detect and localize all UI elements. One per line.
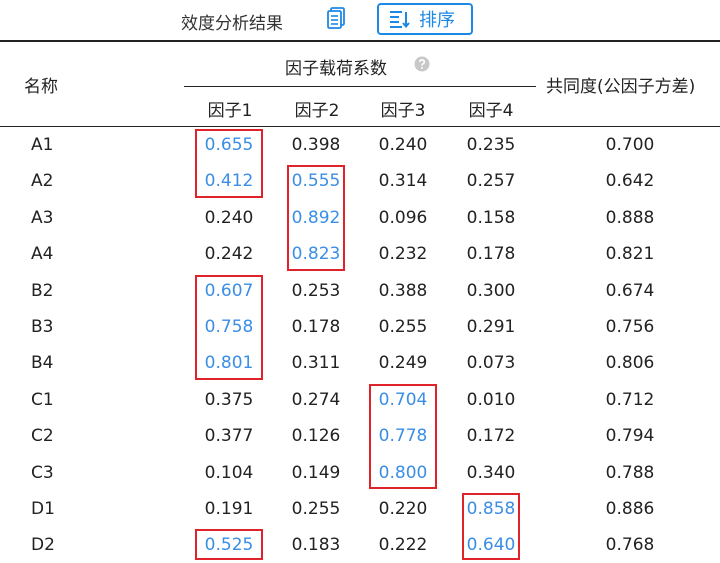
communality-value: 0.712 <box>605 389 655 410</box>
factor4-loading: 0.235 <box>466 135 516 155</box>
factor2-loading: 0.398 <box>291 135 341 155</box>
communality-value: 0.888 <box>605 207 655 228</box>
highlight-box <box>287 165 345 271</box>
factor3-loading: 0.388 <box>378 280 428 301</box>
factor4-loading: 0.257 <box>466 171 516 192</box>
table-row: C2 0.377 0.126 0.778 0.172 0.794 <box>0 418 720 454</box>
communality-value: 0.756 <box>605 317 655 337</box>
table-row: C3 0.104 0.149 0.800 0.340 0.788 <box>0 455 720 491</box>
factor1-loading: 0.104 <box>204 462 254 483</box>
factor4-loading: 0.172 <box>466 426 516 447</box>
factor1-loading: 0.242 <box>204 244 254 265</box>
communality-value: 0.700 <box>605 135 655 155</box>
copy-icon[interactable] <box>326 6 348 30</box>
factor3-loading: 0.232 <box>378 244 428 265</box>
communality-value: 0.768 <box>605 535 655 556</box>
row-name: B2 <box>31 280 54 301</box>
factor2-loading: 0.253 <box>291 280 341 301</box>
row-name: A2 <box>31 171 54 192</box>
factor3-loading: 0.220 <box>378 499 428 519</box>
sort-button-label: 排序 <box>419 10 455 31</box>
highlight-box <box>195 529 263 560</box>
factor1-header: 因子1 <box>207 101 253 121</box>
table-row: B2 0.607 0.253 0.388 0.300 0.674 <box>0 273 720 309</box>
factor2-header: 因子2 <box>294 101 340 121</box>
row-name: B3 <box>31 317 54 337</box>
table-row: A1 0.655 0.398 0.240 0.235 0.700 <box>0 127 720 163</box>
factor3-loading: 0.240 <box>378 135 428 155</box>
factor1-loading: 0.240 <box>204 207 254 228</box>
highlight-box <box>369 383 437 489</box>
communality-value: 0.642 <box>605 171 655 192</box>
factor4-header: 因子4 <box>468 101 514 121</box>
factor2-loading: 0.274 <box>291 389 341 410</box>
factor2-loading: 0.255 <box>291 499 341 519</box>
communality-value: 0.806 <box>605 353 655 374</box>
row-name: A4 <box>31 244 54 265</box>
table-row: A3 0.240 0.892 0.096 0.158 0.888 <box>0 200 720 236</box>
communality-column-header: 共同度(公因子方差) <box>546 77 696 97</box>
factor3-loading: 0.249 <box>378 353 428 374</box>
toolbar: 效度分析结果 排序 <box>0 0 720 40</box>
table-row: D2 0.525 0.183 0.222 0.640 0.768 <box>0 527 720 563</box>
row-name: B4 <box>31 353 54 374</box>
communality-value: 0.788 <box>605 462 655 483</box>
factor2-loading: 0.183 <box>291 535 341 556</box>
communality-value: 0.886 <box>605 499 655 519</box>
table-row: A4 0.242 0.823 0.232 0.178 0.821 <box>0 236 720 272</box>
factor3-header: 因子3 <box>380 101 426 121</box>
communality-value: 0.674 <box>605 280 655 301</box>
row-name: D2 <box>31 535 55 556</box>
row-name: D1 <box>31 499 55 519</box>
name-column-header: 名称 <box>24 77 58 97</box>
factor4-loading: 0.010 <box>466 389 516 410</box>
factor3-loading: 0.222 <box>378 535 428 556</box>
row-name: A1 <box>31 135 54 155</box>
row-name: C2 <box>31 426 54 447</box>
factor3-loading: 0.314 <box>378 171 428 192</box>
sort-button[interactable]: 排序 <box>377 3 473 35</box>
factor2-loading: 0.149 <box>291 462 341 483</box>
factor1-loading: 0.377 <box>204 426 254 447</box>
row-name: A3 <box>31 207 54 228</box>
highlight-box <box>195 274 263 380</box>
factor2-loading: 0.126 <box>291 426 341 447</box>
table-row: C1 0.375 0.274 0.704 0.010 0.712 <box>0 382 720 418</box>
table-row: B3 0.758 0.178 0.255 0.291 0.756 <box>0 309 720 345</box>
factor1-loading: 0.191 <box>204 499 254 519</box>
factor4-loading: 0.073 <box>466 353 516 374</box>
table-row: A2 0.412 0.555 0.314 0.257 0.642 <box>0 163 720 199</box>
factor2-loading: 0.178 <box>291 317 341 337</box>
results-title: 效度分析结果 <box>181 14 283 34</box>
factor-loading-group-header: 因子载荷系数 <box>285 59 387 79</box>
sort-lines-icon <box>389 10 411 28</box>
factor4-loading: 0.300 <box>466 280 516 301</box>
table-top-rule <box>0 40 720 42</box>
factor2-loading: 0.311 <box>291 353 341 374</box>
factor1-loading: 0.375 <box>204 389 254 410</box>
communality-value: 0.794 <box>605 426 655 447</box>
row-name: C1 <box>31 389 54 410</box>
group-header-rule <box>184 86 536 87</box>
factor4-loading: 0.291 <box>466 317 516 337</box>
communality-value: 0.821 <box>605 244 655 265</box>
highlight-box <box>462 493 520 560</box>
table-row: B4 0.801 0.311 0.249 0.073 0.806 <box>0 345 720 381</box>
factor4-loading: 0.178 <box>466 244 516 265</box>
row-name: C3 <box>31 462 54 483</box>
factor3-loading: 0.096 <box>378 207 428 228</box>
highlight-box <box>195 129 263 198</box>
factor3-loading: 0.255 <box>378 317 428 337</box>
question-circle-icon[interactable] <box>414 56 430 72</box>
table-row: D1 0.191 0.255 0.220 0.858 0.886 <box>0 491 720 527</box>
factor4-loading: 0.340 <box>466 462 516 483</box>
factor4-loading: 0.158 <box>466 207 516 228</box>
